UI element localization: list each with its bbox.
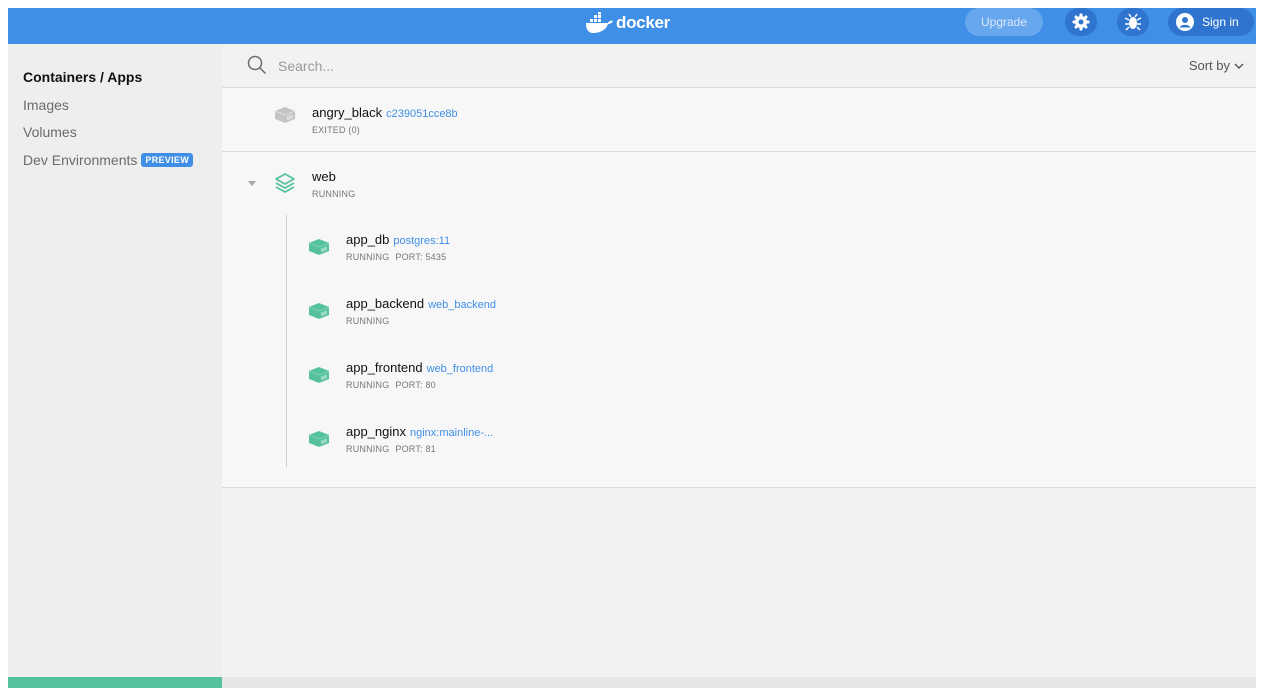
container-row-app-frontend[interactable]: app_frontend web_frontend RUNNING PORT: 80 [288, 350, 1256, 394]
container-name: angry_black c239051cce8b [312, 105, 458, 120]
sign-in-label: Sign in [1202, 15, 1239, 29]
container-row-app-db[interactable]: app_db postgres:11 RUNNING PORT: 5435 [288, 222, 1256, 266]
bug-icon [1124, 13, 1142, 31]
container-image-link[interactable]: c239051cce8b [386, 108, 458, 120]
chevron-down-icon[interactable] [247, 180, 257, 188]
empty-area [222, 488, 1256, 678]
container-status: RUNNING [346, 316, 389, 326]
port-text: PORT: 80 [395, 380, 436, 390]
search-input[interactable] [278, 54, 878, 78]
container-row-app-backend[interactable]: app_backend web_backend RUNNING [288, 286, 1256, 330]
container-icon [274, 107, 296, 123]
preview-badge: PREVIEW [141, 153, 193, 167]
sidebar-item-volumes[interactable]: Volumes [23, 124, 77, 140]
sidebar-item-label: Dev Environments [23, 152, 138, 168]
port-text: PORT: 81 [395, 444, 436, 454]
app-name: web [312, 169, 336, 184]
container-row-app-nginx[interactable]: app_nginx nginx:mainline-... RUNNING PORT:… [288, 415, 1256, 459]
sidebar-item-containers-apps[interactable]: Containers / Apps [23, 69, 142, 85]
container-status: RUNNING PORT: 81 [346, 444, 436, 454]
troubleshoot-button[interactable] [1117, 8, 1149, 36]
app-row-web[interactable]: web RUNNING [222, 152, 1256, 199]
container-image-link[interactable]: postgres:11 [393, 235, 450, 247]
container-name-text: app_db [346, 232, 390, 247]
main-panel: Sort by angry_blackc239051cce8b EXITED (… [222, 44, 1256, 688]
status-strip [222, 677, 1256, 688]
stack-icon [275, 173, 295, 193]
sign-in-button[interactable]: Sign in [1168, 8, 1254, 36]
upgrade-button[interactable]: Upgrade [965, 8, 1043, 36]
tree-line [286, 215, 287, 467]
sort-by-dropdown[interactable]: Sort by [1189, 58, 1244, 73]
container-icon [308, 431, 330, 447]
container-icon [308, 239, 330, 255]
status-text: RUNNING [346, 444, 390, 454]
status-text: RUNNING [346, 316, 390, 326]
sidebar: Containers / Apps Images Volumes Dev Env… [8, 44, 222, 688]
container-icon [308, 367, 330, 383]
container-name-text: app_frontend [346, 360, 423, 375]
gear-icon [1072, 13, 1090, 31]
container-name-text: app_nginx [346, 424, 406, 439]
container-name: app_backend web_backend [346, 296, 496, 311]
container-name-text: angry_black [312, 105, 383, 120]
container-name: app_db postgres:11 [346, 232, 450, 247]
container-name-text: app_backend [346, 296, 425, 311]
docker-whale-icon [586, 12, 613, 33]
port-text: PORT: 5435 [395, 252, 447, 262]
chevron-down-icon [1234, 63, 1244, 69]
sort-by-label: Sort by [1188, 58, 1230, 73]
docker-logo: docker [584, 9, 670, 37]
sidebar-item-images[interactable]: Images [23, 97, 69, 113]
sidebar-item-dev-environments[interactable]: Dev Environments PREVIEW [23, 152, 193, 168]
search-icon [247, 55, 267, 75]
status-text: RUNNING [346, 380, 390, 390]
container-row-angry-black[interactable]: angry_black c239051cce8b EXITED (0) [222, 88, 1256, 135]
container-name: app_nginx nginx:mainline-... [346, 424, 493, 439]
app-status: RUNNING [312, 189, 356, 199]
sidebar-item-label: Images [23, 97, 69, 113]
sidebar-item-label: Containers / Apps [23, 69, 143, 85]
container-status: RUNNING PORT: 5435 [346, 252, 446, 262]
container-icon [308, 303, 330, 319]
container-image-link[interactable]: web_backend [428, 299, 496, 311]
sidebar-status-bar [8, 677, 222, 688]
container-image-link[interactable]: nginx:mainline-... [410, 427, 493, 439]
status-text: RUNNING [346, 252, 390, 262]
search-bar: Sort by [222, 44, 1256, 88]
container-status: RUNNING PORT: 80 [346, 380, 436, 390]
user-icon [1176, 13, 1194, 31]
settings-button[interactable] [1065, 8, 1097, 36]
logo-text: docker [616, 13, 670, 32]
container-status: EXITED (0) [312, 125, 361, 135]
sidebar-item-label: Volumes [23, 124, 77, 140]
container-name: app_frontend web_frontend [346, 360, 493, 375]
title-bar: docker Upgrade Sign in [8, 8, 1256, 44]
container-image-link[interactable]: web_frontend [427, 363, 494, 375]
